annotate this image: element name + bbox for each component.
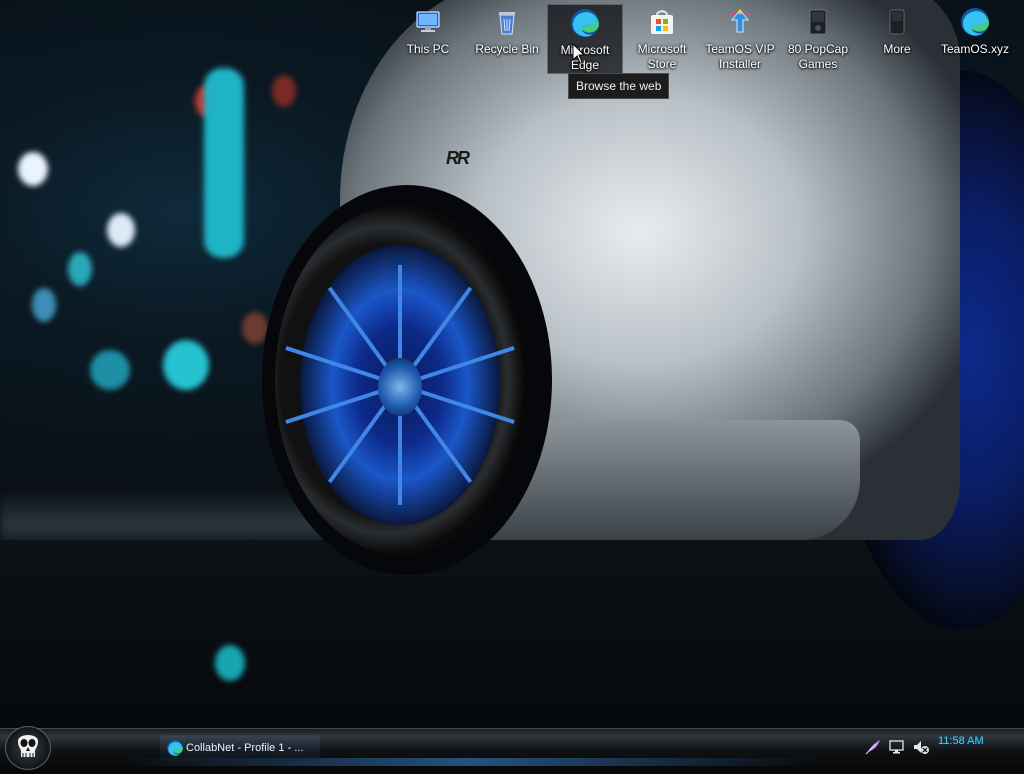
feather-icon[interactable] xyxy=(864,738,882,756)
desktop-wallpaper: RR xyxy=(0,0,1024,730)
desktop-icon-label: 80 PopCap Games xyxy=(787,42,849,71)
desktop-icon-more[interactable]: More xyxy=(859,4,935,74)
desktop-icon-label: TeamOS VIP Installer xyxy=(705,42,775,71)
volume-muted-icon[interactable] xyxy=(912,738,930,756)
popcap-icon xyxy=(802,6,834,38)
more-icon xyxy=(881,6,913,38)
this-pc-icon xyxy=(412,6,444,38)
taskbar-clock[interactable]: 11:58 AM xyxy=(938,735,984,747)
car-badge: RR xyxy=(446,148,470,168)
edge-icon xyxy=(959,6,991,38)
bokeh-light xyxy=(163,340,209,390)
desktop-icon-recycle-bin[interactable]: Recycle Bin xyxy=(469,4,545,74)
mouse-cursor-icon xyxy=(572,43,586,64)
edge-tooltip: Browse the web xyxy=(568,73,670,99)
installer-icon xyxy=(724,6,756,38)
start-button[interactable] xyxy=(5,726,51,770)
bokeh-light xyxy=(204,68,244,258)
desktop-icon-80-popcap-games[interactable]: 80 PopCap Games xyxy=(780,4,856,74)
desktop-icon-microsoft-store[interactable]: Microsoft Store xyxy=(624,4,700,74)
desktop-icon-label: More xyxy=(883,42,911,56)
skull-start-icon xyxy=(18,735,38,757)
bokeh-light xyxy=(107,213,135,247)
bokeh-light xyxy=(215,645,245,681)
desktop-icon-label: This PC xyxy=(406,42,450,56)
taskbar-window-label: CollabNet - Profile 1 - ... xyxy=(186,742,304,754)
edge-icon xyxy=(569,7,601,39)
recycle-bin-icon xyxy=(491,6,523,38)
desktop-icon-label: Microsoft Store xyxy=(637,42,687,71)
desktop-icon-this-pc[interactable]: This PC xyxy=(390,4,466,74)
taskbar-window-button[interactable]: CollabNet - Profile 1 - ... xyxy=(160,735,320,761)
network-icon[interactable] xyxy=(888,738,906,756)
desktop-icon-microsoft-edge[interactable]: Microsoft Edge xyxy=(547,4,623,74)
desktop-icons: This PC Recycle Bin Microsoft Edge Micro… xyxy=(0,0,1024,80)
desktop-icon-label: TeamOS.xyz xyxy=(940,42,1009,56)
car-wheel-hub xyxy=(378,358,422,416)
desktop-icon-teamos-vip-installer[interactable]: TeamOS VIP Installer xyxy=(702,4,778,74)
bokeh-light xyxy=(68,252,92,286)
edge-icon xyxy=(167,740,183,756)
store-icon xyxy=(646,6,678,38)
bokeh-light xyxy=(18,152,48,186)
desktop-icon-teamos-xyz[interactable]: TeamOS.xyz xyxy=(937,4,1013,74)
wallpaper-ground xyxy=(0,540,1024,730)
desktop-icon-label: Recycle Bin xyxy=(475,42,539,56)
bokeh-light xyxy=(90,350,130,390)
bokeh-light xyxy=(32,288,56,322)
